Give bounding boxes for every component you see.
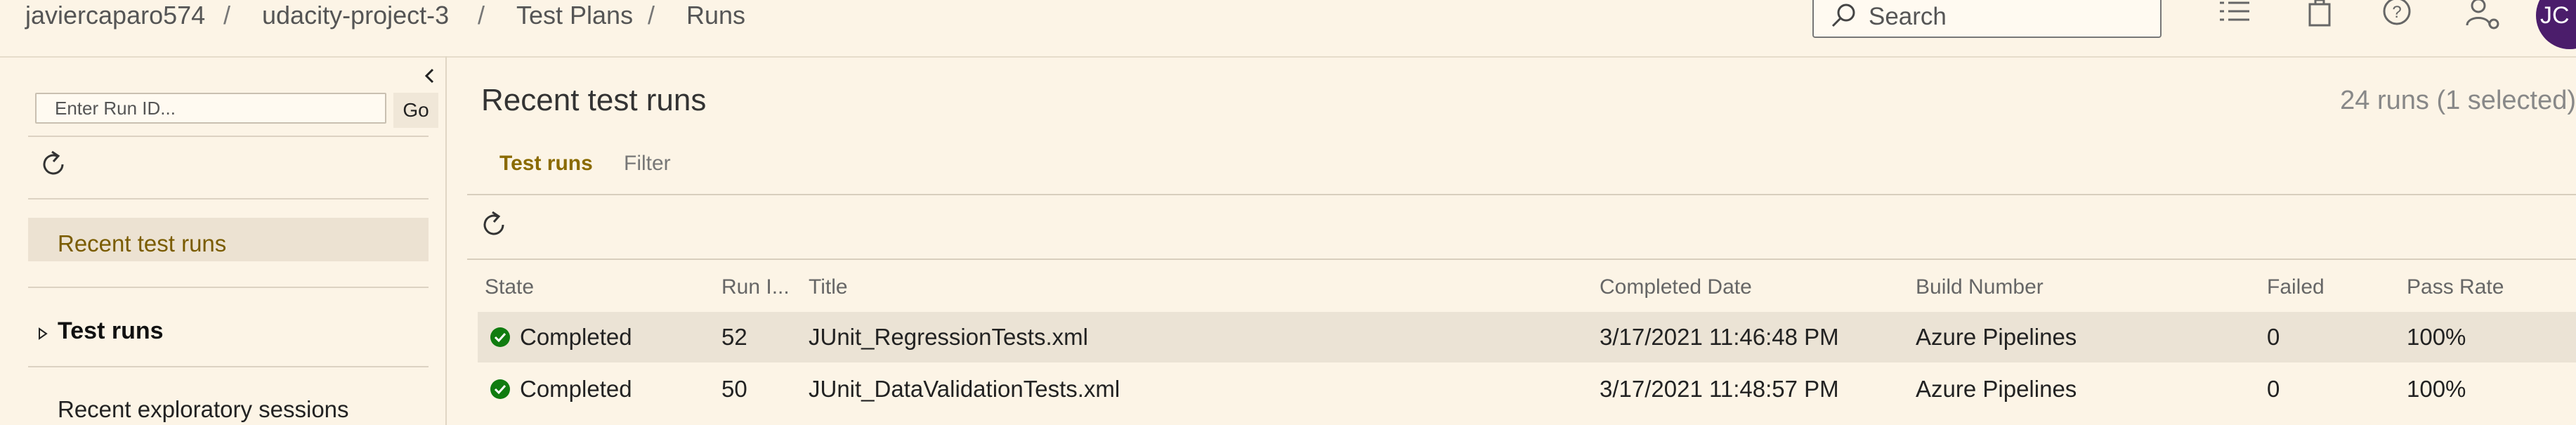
chevron-left-icon[interactable] (421, 67, 438, 84)
divider (467, 259, 2576, 260)
divider (28, 287, 429, 288)
svg-text:?: ? (2392, 3, 2401, 22)
column-header-run-id[interactable]: Run I... (721, 275, 790, 299)
column-header-completed-date[interactable]: Completed Date (1600, 275, 1752, 299)
table-row[interactable]: Completed 50 JUnit_DataValidationTests.x… (478, 364, 2576, 414)
search-icon (1831, 4, 1855, 27)
column-header-build-number[interactable]: Build Number (1916, 275, 2044, 299)
search-input[interactable] (1867, 0, 2151, 37)
column-header-pass-rate[interactable]: Pass Rate (2407, 275, 2504, 299)
run-id-input[interactable] (35, 93, 386, 124)
cell-completed-date: 3/17/2021 11:46:48 PM (1600, 324, 1839, 350)
divider (467, 194, 2576, 195)
column-header-state[interactable]: State (485, 275, 534, 299)
check-circle-icon (490, 327, 510, 347)
runs-count: 24 runs (1 selected) (2340, 86, 2576, 115)
cell-completed-date: 3/17/2021 11:48:57 PM (1600, 376, 1839, 402)
cell-title[interactable]: JUnit_DataValidationTests.xml (809, 364, 1120, 414)
caret-right-icon[interactable] (38, 327, 48, 340)
tab-test-runs[interactable]: Test runs (499, 152, 593, 176)
refresh-icon[interactable] (39, 150, 69, 179)
breadcrumb-separator: / (223, 1, 231, 30)
cell-build-number: Azure Pipelines (1916, 376, 2077, 402)
shopping-bag-icon[interactable] (2301, 0, 2343, 34)
nav-item-recent-exploratory-sessions[interactable]: Recent exploratory sessions (58, 396, 349, 423)
cell-build-number: Azure Pipelines (1916, 324, 2077, 350)
help-icon[interactable]: ? (2379, 0, 2421, 34)
column-header-title[interactable]: Title (809, 275, 848, 299)
cell-state: Completed (520, 376, 632, 402)
breadcrumb-project[interactable]: udacity-project-3 (262, 0, 449, 31)
tab-filter[interactable]: Filter (624, 152, 671, 176)
divider (28, 366, 429, 367)
nav-item-test-runs[interactable]: Test runs (28, 315, 429, 354)
breadcrumb-runs[interactable]: Runs (686, 0, 745, 31)
breadcrumb-test-plans[interactable]: Test Plans (516, 0, 633, 31)
divider (28, 198, 429, 200)
list-icon[interactable] (2217, 0, 2259, 34)
cell-failed: 0 (2267, 324, 2280, 350)
cell-pass-rate: 100% (2407, 376, 2466, 402)
cell-failed: 0 (2267, 376, 2280, 402)
avatar[interactable]: JC (2536, 0, 2576, 49)
refresh-icon[interactable] (480, 210, 509, 240)
cell-pass-rate: 100% (2407, 324, 2466, 350)
divider (28, 136, 429, 137)
column-header-failed[interactable]: Failed (2267, 275, 2325, 299)
search-box[interactable] (1812, 0, 2162, 38)
check-circle-icon (490, 379, 510, 399)
breadcrumb-separator: / (648, 1, 655, 30)
cell-state: Completed (520, 324, 632, 350)
go-button[interactable]: Go (393, 93, 438, 128)
nav-item-recent-test-runs[interactable]: Recent test runs (28, 218, 429, 261)
table-row[interactable]: Completed 52 JUnit_RegressionTests.xml 3… (478, 312, 2576, 362)
cell-run-id: 52 (721, 324, 747, 350)
breadcrumb-separator: / (478, 1, 485, 30)
page-title: Recent test runs (481, 83, 707, 117)
top-bar: javiercaparo574 / udacity-project-3 / Te… (0, 0, 2576, 58)
cell-title[interactable]: JUnit_RegressionTests.xml (809, 312, 1088, 362)
breadcrumb-organization[interactable]: javiercaparo574 (25, 0, 205, 31)
cell-run-id: 50 (721, 376, 747, 402)
nav-label: Test runs (58, 318, 164, 344)
user-settings-icon[interactable] (2463, 0, 2505, 34)
nav-label: Recent test runs (58, 230, 227, 256)
